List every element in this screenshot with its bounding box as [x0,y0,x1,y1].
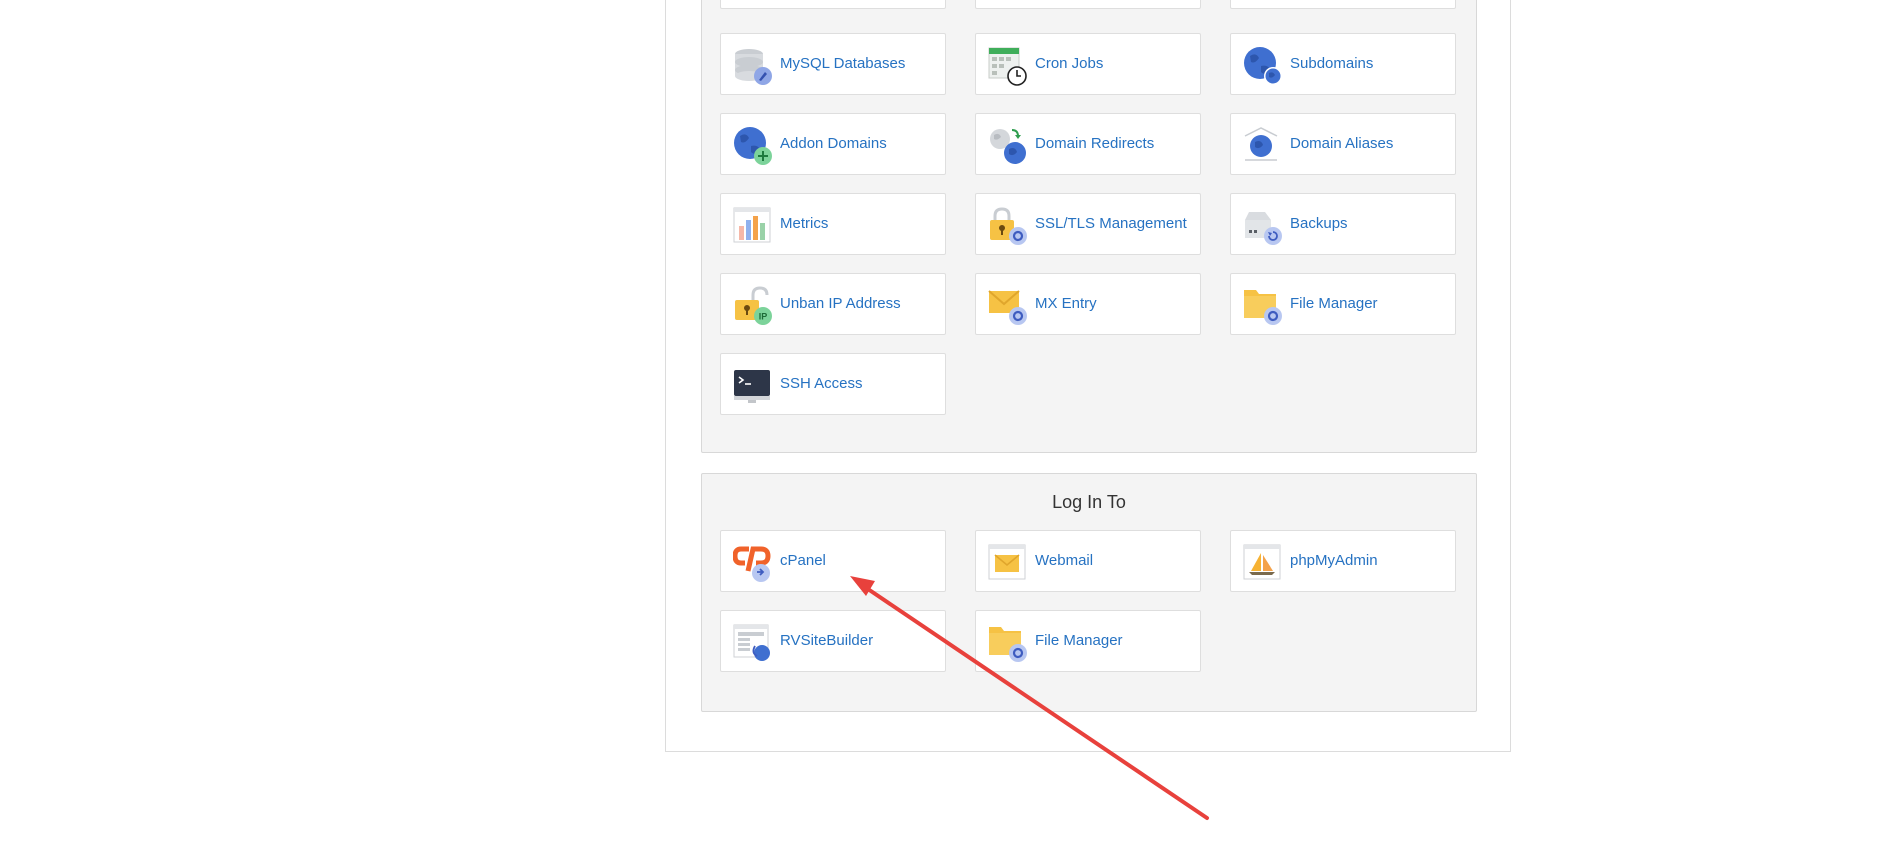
login-phpmyadmin[interactable]: phpMyAdmin [1230,530,1456,592]
tile-label: Subdomains [1290,55,1374,72]
cpanel-logo-icon [733,543,773,583]
tool-domain-aliases[interactable]: Domain Aliases [1230,113,1456,175]
calendar-clock-icon [988,46,1028,86]
tile-label: Backups [1290,215,1348,232]
login-section: Log In To cPanel Webmail phpMyAdmin RVSi… [701,473,1477,712]
webmail-envelope-icon [988,543,1028,583]
folder-gear-icon [988,623,1028,663]
tile-label: MX Entry [1035,295,1097,312]
tile-label: Cron Jobs [1035,55,1104,72]
login-file-manager[interactable]: File Manager [975,610,1201,672]
bar-chart-icon [733,206,773,246]
sitebuilder-icon [733,623,773,663]
tile-label: RVSiteBuilder [780,632,874,649]
terminal-icon [733,366,773,406]
envelope-gear-icon [988,286,1028,326]
tool-unban-ip-address[interactable]: IP Unban IP Address [720,273,946,335]
tool-tile-partial[interactable] [1230,0,1456,9]
tool-ssl-tls-management[interactable]: SSL/TLS Management [975,193,1201,255]
tile-label: cPanel [780,552,826,569]
login-cpanel[interactable]: cPanel [720,530,946,592]
padlock-gear-icon [988,206,1028,246]
tool-subdomains[interactable]: Subdomains [1230,33,1456,95]
tile-label: Webmail [1035,552,1094,569]
section-title: Log In To [1052,492,1126,512]
tool-domain-redirects[interactable]: Domain Redirects [975,113,1201,175]
tile-label: Metrics [780,215,829,232]
phpmyadmin-sailboat-icon [1243,543,1283,583]
database-icon [733,46,773,86]
folder-gear-icon [1243,286,1283,326]
tool-mysql-databases[interactable]: MySQL Databases [720,33,946,95]
tile-label: MySQL Databases [780,55,906,72]
tile-label: Unban IP Address [780,295,901,312]
globe-add-icon [733,126,773,166]
svg-text:IP: IP [759,312,768,322]
tool-cron-jobs[interactable]: Cron Jobs [975,33,1201,95]
tile-label: File Manager [1035,632,1123,649]
tile-label: SSL/TLS Management [1035,215,1187,232]
backup-drive-icon [1243,206,1283,246]
tool-file-manager[interactable]: File Manager [1230,273,1456,335]
tile-label: Addon Domains [780,135,887,152]
login-rvsitebuilder[interactable]: RVSiteBuilder [720,610,946,672]
tile-label: Domain Redirects [1035,135,1155,152]
tool-addon-domains[interactable]: Addon Domains [720,113,946,175]
tool-tile-partial[interactable] [720,0,946,9]
tile-label: phpMyAdmin [1290,552,1378,569]
tool-ssh-access[interactable]: SSH Access [720,353,946,415]
domain-alias-icon [1243,126,1283,166]
tile-label: SSH Access [780,375,863,392]
tool-tile-partial[interactable] [975,0,1201,9]
login-webmail[interactable]: Webmail [975,530,1201,592]
unlock-ip-icon: IP [733,286,773,326]
tool-metrics[interactable]: Metrics [720,193,946,255]
tool-mx-entry[interactable]: MX Entry [975,273,1201,335]
tools-section: MySQL Databases Cron Jobs Subdomains Add… [701,0,1477,453]
tile-label: Domain Aliases [1290,135,1394,152]
globe-icon [1243,46,1283,86]
tile-label: File Manager [1290,295,1378,312]
domain-redirect-icon [988,126,1028,166]
tool-backups[interactable]: Backups [1230,193,1456,255]
